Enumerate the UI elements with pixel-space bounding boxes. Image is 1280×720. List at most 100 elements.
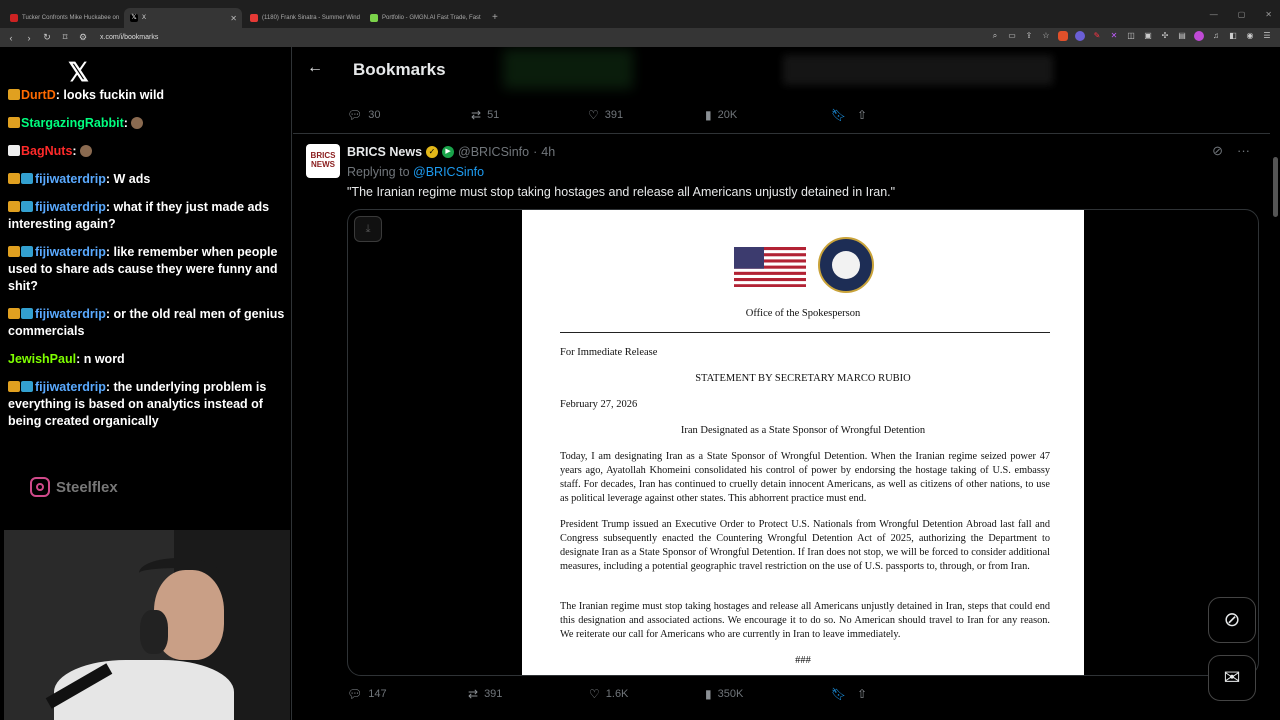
browser-tab-active[interactable]: 𝕏 X ✕ (124, 8, 242, 28)
author-name[interactable]: BRICS News (347, 145, 422, 159)
badge-icon (8, 117, 20, 128)
extension-icon[interactable]: ◫ (1126, 31, 1136, 41)
profile-icon[interactable]: ◉ (1245, 31, 1255, 41)
sidebar-icon[interactable]: ◧ (1228, 31, 1238, 41)
reply-button[interactable]: 💬︎ 147 (347, 687, 468, 701)
share-icon[interactable]: ⇪ (1024, 31, 1034, 41)
browser-tab[interactable]: Portfolio - GMGN.AI Fast Trade, Fast (364, 8, 482, 28)
bookmark-page-icon[interactable]: ⌑ (60, 32, 70, 43)
chat-text: : (72, 144, 77, 158)
like-button[interactable]: ♡ 1.6K (589, 687, 705, 701)
shield-extension-icon[interactable] (1058, 31, 1068, 41)
page-title: Bookmarks (353, 60, 446, 79)
share-button[interactable]: ⇧ (857, 687, 867, 701)
extension-icon[interactable]: ▣ (1143, 31, 1153, 41)
chat-username: fijiwaterdrip (35, 245, 106, 259)
instagram-icon (30, 477, 50, 497)
tweet-media[interactable]: ⤓ Office of the Spokesperson For Immedia… (347, 209, 1259, 676)
scrollbar-thumb[interactable] (1273, 157, 1278, 217)
reply-count: 147 (368, 688, 387, 700)
extension-icon[interactable] (1194, 31, 1204, 41)
tab-title: X (142, 15, 147, 21)
chat-message: fijiwaterdrip: the underlying problem is… (8, 379, 290, 430)
chat-text: : (123, 116, 128, 130)
forward-nav-icon[interactable]: › (24, 33, 34, 43)
retweet-count: 391 (484, 688, 503, 700)
bookmark-button[interactable]: 🔖︎ (831, 687, 857, 701)
address-bar: ‹ › ↻ ⌑ ⚙ x.com/i/bookmarks ⌕ ▭ ⇪ ☆ ✎ ✕ … (0, 28, 1280, 47)
x-logo-icon[interactable]: 𝕏 (68, 57, 89, 88)
avatar[interactable]: BRICS NEWS (306, 144, 340, 178)
retweet-icon: ⇄ (471, 108, 482, 122)
chat-username: JewishPaul (8, 352, 77, 366)
retweet-button[interactable]: ⇄ 391 (468, 687, 589, 701)
badge-icon (8, 89, 20, 100)
zoom-icon[interactable]: ⌕ (990, 31, 1000, 41)
x-main-column: ← Bookmarks 💬︎ 30 ⇄ 51 ♡ 391 ▮ 20K 🔖︎ ⇧ BRIC… (293, 47, 1270, 720)
back-arrow-icon[interactable]: ← (307, 59, 323, 77)
menu-icon[interactable]: ☰ (1262, 31, 1272, 41)
doc-paragraph: Today, I am designating Iran as a State … (560, 451, 1050, 504)
browser-tab-bar: Tucker Confronts Mike Huckabee on 𝕏 X ✕ … (0, 0, 1280, 28)
media-icon[interactable]: ♫ (1211, 31, 1221, 41)
reply-button[interactable]: 💬︎ 30 (347, 108, 471, 122)
like-button[interactable]: ♡ 391 (588, 108, 705, 122)
grok-icon[interactable]: ⊘ (1212, 143, 1223, 159)
doc-release: For Immediate Release (560, 347, 658, 358)
chat-username: fijiwaterdrip (35, 307, 106, 321)
browser-tab[interactable]: (1180) Frank Sinatra - Summer Wind (244, 8, 362, 28)
tab-favicon-icon (10, 14, 18, 22)
maximize-icon[interactable]: ▢ (1238, 10, 1246, 19)
views-button[interactable]: ▮ 20K (705, 108, 831, 122)
back-nav-icon[interactable]: ‹ (6, 33, 16, 43)
url-field[interactable]: x.com/i/bookmarks (100, 34, 158, 41)
tweet-menu: ⊘ ··· (1212, 143, 1250, 159)
tab-title: (1180) Frank Sinatra - Summer Wind (262, 15, 360, 21)
instagram-handle-text: Steelflex (56, 478, 118, 496)
grok-button[interactable]: ⊘ (1208, 597, 1256, 643)
blurred-media (503, 49, 633, 89)
reply-icon: 💬︎ (347, 687, 363, 701)
browser-tab[interactable]: Tucker Confronts Mike Huckabee on (4, 8, 122, 28)
replying-to: Replying to @BRICSinfo (347, 165, 484, 179)
share-button[interactable]: ⇧ (857, 108, 867, 122)
doc-end-mark: ### (795, 655, 811, 666)
site-info-icon[interactable]: ⚙ (78, 32, 88, 43)
close-window-icon[interactable]: ✕ (1265, 10, 1272, 19)
doc-paragraph: President Trump issued an Executive Orde… (560, 519, 1050, 572)
x-favicon-icon: 𝕏 (130, 14, 138, 22)
us-flag-icon (734, 247, 806, 287)
separator-dot: · (533, 145, 538, 159)
cast-icon[interactable]: ▭ (1007, 31, 1017, 41)
chat-message: fijiwaterdrip: or the old real men of ge… (8, 306, 290, 340)
bookmark-button[interactable]: 🔖︎ (831, 108, 857, 122)
doc-paragraph: The Iranian regime must stop taking host… (560, 601, 1050, 640)
puzzle-icon[interactable]: ✣ (1160, 31, 1170, 41)
minimize-icon[interactable]: — (1210, 10, 1218, 19)
extension-icon[interactable]: ▤ (1177, 31, 1187, 41)
reload-icon[interactable]: ↻ (42, 32, 52, 43)
scrollbar[interactable] (1271, 47, 1280, 720)
tab-title: Portfolio - GMGN.AI Fast Trade, Fast (382, 15, 481, 21)
doc-office: Office of the Spokesperson (745, 308, 861, 319)
doc-subheading: Iran Designated as a State Sponsor of Wr… (680, 425, 926, 436)
more-options-icon[interactable]: ··· (1237, 143, 1250, 159)
views-button[interactable]: ▮ 350K (705, 687, 831, 701)
extension-icon[interactable]: ✎ (1092, 31, 1102, 41)
extension-icon[interactable] (1075, 31, 1085, 41)
messages-button[interactable]: ✉ (1208, 655, 1256, 701)
tweet-time[interactable]: 4h (541, 145, 555, 159)
author-handle[interactable]: @BRICSinfo (458, 145, 529, 159)
download-icon[interactable]: ⤓ (354, 216, 382, 242)
chat-message: fijiwaterdrip: what if they just made ad… (8, 199, 290, 233)
retweet-button[interactable]: ⇄ 51 (471, 108, 588, 122)
tweet-actions: 💬︎ 147 ⇄ 391 ♡ 1.6K ▮ 350K 🔖︎ ⇧ (347, 687, 867, 701)
star-icon[interactable]: ☆ (1041, 31, 1051, 41)
new-tab-button[interactable]: + (492, 12, 498, 23)
state-department-seal-icon (818, 237, 874, 293)
tab-close-icon[interactable]: ✕ (230, 14, 237, 23)
replying-mention-link[interactable]: @BRICSinfo (413, 165, 484, 179)
emote-icon (80, 145, 93, 157)
badge-icon (8, 145, 20, 156)
x-extension-icon[interactable]: ✕ (1109, 31, 1119, 41)
